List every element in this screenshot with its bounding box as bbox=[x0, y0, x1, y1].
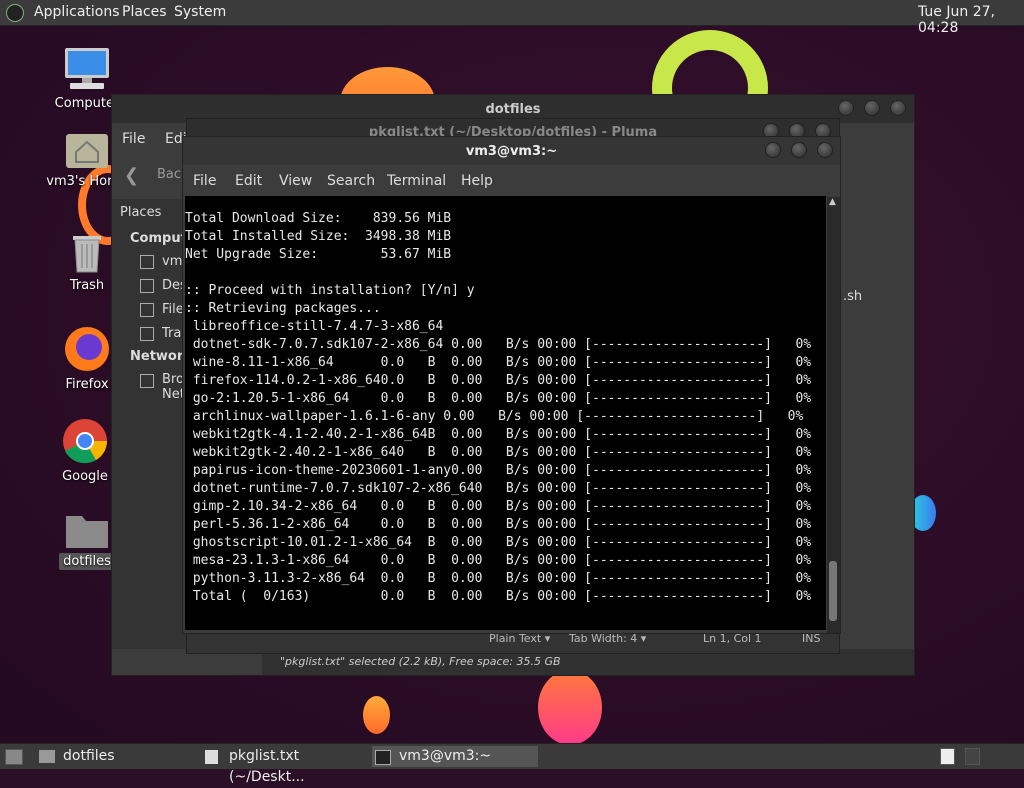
network-icon bbox=[140, 374, 154, 388]
top-panel: Applications Places System Tue Jun 27, 0… bbox=[0, 0, 1024, 36]
terminal-icon bbox=[375, 750, 391, 765]
terminal-line: mesa-23.1.3-1-x86_64 0.0 B 0.00 B/s 00:0… bbox=[185, 553, 812, 568]
menu-edit[interactable]: Edit bbox=[235, 173, 262, 189]
file-item-label[interactable]: .sh bbox=[843, 289, 862, 304]
terminal-line: go-2:1.20.5-1-x86_64 0.0 B 0.00 B/s 00:0… bbox=[185, 391, 812, 406]
trash-icon bbox=[73, 236, 101, 273]
menu-terminal[interactable]: Terminal bbox=[387, 173, 446, 189]
status-text: "pkglist.txt" selected (2.2 kB), Free sp… bbox=[280, 655, 561, 668]
menu-search[interactable]: Search bbox=[327, 173, 375, 189]
system-menu[interactable]: System bbox=[174, 4, 226, 20]
trash-icon bbox=[140, 327, 154, 341]
terminal-line: Net Upgrade Size: 53.67 MiB bbox=[185, 247, 452, 262]
terminal-line: python-3.11.3-2-x86_64 0.0 B 0.00 B/s 00… bbox=[185, 571, 812, 586]
minimize-button[interactable] bbox=[838, 100, 854, 116]
maximize-button[interactable] bbox=[791, 142, 807, 158]
terminal-line: dotnet-sdk-7.0.7.sdk107-2-x86_64 0.00 B/… bbox=[185, 337, 812, 352]
terminal-line: dotnet-runtime-7.0.7.sdk107-2-x86_640 B/… bbox=[185, 481, 812, 496]
terminal-line: firefox-114.0.2-1-x86_640.0 B 0.00 B/s 0… bbox=[185, 373, 812, 388]
home-icon bbox=[140, 255, 154, 269]
wallpaper-pink-blob bbox=[538, 670, 602, 745]
maximize-button[interactable] bbox=[864, 100, 880, 116]
task-pluma[interactable]: pkglist.txt (~/Deskt... bbox=[202, 746, 368, 785]
task-label: pkglist.txt (~/Deskt... bbox=[229, 748, 305, 785]
terminal-line: webkit2gtk-2.40.2-1-x86_640 B 0.00 B/s 0… bbox=[185, 445, 812, 460]
terminal-line: perl-5.36.1-2-x86_64 0.0 B 0.00 B/s 00:0… bbox=[185, 517, 812, 532]
terminal-menubar: File Edit View Search Terminal Help bbox=[183, 165, 840, 197]
terminal-line: webkit2gtk-4.1-2.40.2-1-x86_64B 0.00 B/s… bbox=[185, 427, 812, 442]
desktop-icon-label: Firefox bbox=[65, 377, 109, 392]
home-folder-icon bbox=[66, 134, 108, 168]
terminal-line: Total Installed Size: 3498.38 MiB bbox=[185, 229, 452, 244]
terminal-line: gimp-2.10.34-2-x86_64 0.0 B 0.00 B/s 00:… bbox=[185, 499, 812, 514]
clock[interactable]: Tue Jun 27, 04:28 bbox=[918, 4, 1024, 36]
window-title: vm3@vm3:~ bbox=[465, 144, 558, 159]
terminal-titlebar[interactable]: vm3@vm3:~ bbox=[183, 137, 840, 165]
window-title: dotfiles bbox=[485, 102, 541, 117]
close-button[interactable] bbox=[890, 100, 906, 116]
task-label: dotfiles bbox=[63, 748, 115, 764]
menu-file[interactable]: File bbox=[122, 131, 145, 147]
scrollbar-thumb[interactable] bbox=[829, 561, 837, 621]
computer-icon bbox=[65, 48, 109, 89]
terminal-line: Total Download Size: 839.56 MiB bbox=[185, 211, 452, 226]
workspace-switcher-1[interactable] bbox=[940, 748, 955, 765]
folder-icon bbox=[39, 750, 55, 763]
back-arrow-icon[interactable]: ❮ bbox=[124, 165, 139, 186]
menu-file[interactable]: File bbox=[193, 173, 216, 189]
desktop-icon-label: dotfiles bbox=[59, 553, 115, 570]
terminal-line: archlinux-wallpaper-1.6.1-6-any 0.00 B/s… bbox=[185, 409, 804, 424]
task-terminal[interactable]: vm3@vm3:~ bbox=[372, 746, 538, 767]
desktop-icon-label: Computer bbox=[54, 96, 120, 111]
places-menu[interactable]: Places bbox=[122, 4, 167, 20]
terminal-line: wine-8.11-1-x86_64 0.0 B 0.00 B/s 00:00 … bbox=[185, 355, 812, 370]
scroll-up-icon[interactable]: ▲ bbox=[829, 197, 836, 207]
terminal-line: :: Proceed with installation? [Y/n] y bbox=[185, 283, 475, 298]
workspace-switcher-2[interactable] bbox=[965, 748, 980, 765]
terminal-line: papirus-icon-theme-20230601-1-any0.00 B/… bbox=[185, 463, 812, 478]
menu-view[interactable]: View bbox=[279, 173, 312, 189]
taskbar: dotfiles pkglist.txt (~/Deskt... vm3@vm3… bbox=[0, 743, 1024, 785]
terminal-line: ghostscript-10.01.2-1-x86_64 B 0.00 B/s … bbox=[185, 535, 812, 550]
folder-icon bbox=[66, 516, 108, 548]
firefox-icon bbox=[65, 327, 109, 371]
sidebar-title: Places bbox=[120, 205, 162, 220]
desktop-icon-label: Google bbox=[62, 469, 108, 484]
desktop-icon-label: Trash bbox=[69, 278, 105, 293]
terminal-line: Total ( 0/163) 0.0 B 0.00 B/s 00:00 [---… bbox=[185, 589, 812, 604]
menu-help[interactable]: Help bbox=[461, 173, 493, 189]
chrome-icon bbox=[63, 419, 107, 464]
close-button[interactable] bbox=[817, 142, 833, 158]
distro-logo-icon[interactable] bbox=[6, 4, 24, 22]
show-desktop-icon[interactable] bbox=[5, 749, 23, 765]
task-dotfiles[interactable]: dotfiles bbox=[36, 746, 196, 767]
task-label: vm3@vm3:~ bbox=[399, 748, 492, 764]
minimize-button[interactable] bbox=[765, 142, 781, 158]
terminal-lines: Total Download Size: 839.56 MiB Total Ins… bbox=[185, 210, 811, 606]
terminal-line: :: Retrieving packages... bbox=[185, 301, 381, 316]
drive-icon bbox=[140, 303, 154, 317]
desktop-icon bbox=[140, 279, 154, 293]
wallpaper-small-orange bbox=[363, 696, 390, 734]
terminal-line: libreoffice-still-7.4.7-3-x86_64 bbox=[185, 319, 444, 334]
terminal-output[interactable]: Total Download Size: 839.56 MiB Total Ins… bbox=[185, 196, 826, 630]
applications-menu[interactable]: Applications bbox=[34, 4, 120, 20]
terminal-scrollbar[interactable]: ▲ bbox=[827, 197, 840, 633]
text-editor-icon bbox=[205, 750, 218, 764]
